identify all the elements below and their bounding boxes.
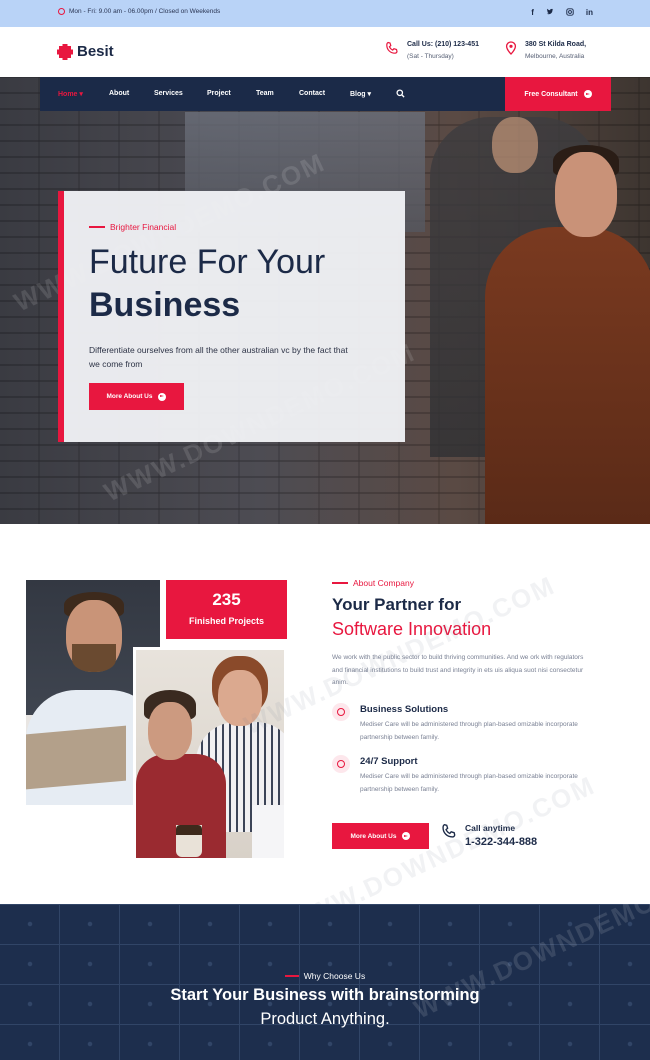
header-address: 380 St Kilda Road, Melbourne, Australia	[505, 41, 586, 60]
about-button-label: More About Us	[350, 832, 397, 840]
hero-eyebrow-text: Brighter Financial	[110, 222, 177, 232]
support-icon	[332, 755, 350, 773]
circuit-pattern-background	[0, 904, 650, 1060]
logo-text: Besit	[77, 43, 114, 60]
nav-item-blog[interactable]: Blog ▾	[350, 90, 371, 98]
chevron-down-icon: ▾	[367, 91, 372, 98]
social-links: f in	[531, 8, 593, 18]
award-icon	[332, 703, 350, 721]
why-eyebrow-text: Why Choose Us	[303, 971, 366, 981]
arrow-circle-icon	[583, 90, 592, 98]
hero-button-label: More About Us	[106, 393, 153, 400]
feature-title: Business Solutions	[360, 704, 449, 715]
map-pin-icon	[505, 41, 517, 55]
hero-title-line1: Future For Your	[89, 243, 326, 281]
about-eyebrow: About Company	[332, 578, 414, 588]
hero-person-foreground	[485, 145, 650, 524]
site-logo[interactable]: Besit	[57, 43, 114, 60]
hero-description: Differentiate ourselves from all the oth…	[89, 345, 348, 369]
twitter-icon[interactable]	[546, 8, 554, 18]
facebook-icon[interactable]: f	[531, 8, 534, 18]
nav-item-contact[interactable]: Contact	[299, 90, 325, 97]
hero-eyebrow: Brighter Financial	[89, 222, 176, 232]
instagram-icon[interactable]	[566, 8, 574, 18]
about-image-team	[133, 647, 287, 861]
chevron-down-icon: ▾	[79, 91, 83, 98]
free-consultant-label: Free Consultant	[524, 90, 578, 98]
feature-business-solutions: Business Solutions Mediser Care will be …	[332, 703, 580, 744]
eyebrow-line-icon	[89, 226, 105, 228]
hero-card: Brighter Financial Future For Your Busin…	[58, 191, 405, 442]
header-address-line2: Melbourne, Australia	[525, 53, 585, 60]
arrow-circle-icon	[402, 832, 411, 840]
site-header: Besit Call Us: (210) 123-451 (Sat - Thur…	[0, 27, 650, 77]
logo-mark-icon	[57, 43, 73, 60]
header-phone[interactable]: Call Us: (210) 123-451 (Sat - Thursday)	[385, 41, 479, 60]
business-hours-text: Mon - Fri: 9.00 am - 06.00pm / Closed on…	[69, 8, 221, 15]
about-more-button[interactable]: More About Us	[332, 823, 429, 849]
eyebrow-line-icon	[284, 975, 299, 977]
feature-text: Mediser Care will be administered throug…	[360, 721, 578, 741]
eyebrow-line-icon	[332, 582, 348, 584]
clock-icon	[58, 8, 65, 15]
projects-count: 235	[212, 590, 241, 609]
free-consultant-button[interactable]: Free Consultant	[505, 77, 611, 111]
nav-item-project[interactable]: Project	[207, 90, 231, 97]
phone-icon	[386, 41, 398, 54]
top-info-bar: Mon - Fri: 9.00 am - 06.00pm / Closed on…	[0, 0, 650, 27]
feature-title: 24/7 Support	[360, 756, 418, 767]
hero-section: WWW.DOWNDEMO.COM WWW.DOWNDEMO.COM Bright…	[0, 77, 650, 524]
about-title-line1: Your Partner for	[332, 595, 462, 614]
nav-item-about[interactable]: About	[109, 90, 129, 97]
why-title-line1: Start Your Business with brainstorming	[170, 986, 480, 1004]
linkedin-icon[interactable]: in	[586, 8, 593, 18]
why-title-line2: Product Anything.	[260, 1010, 390, 1028]
business-hours: Mon - Fri: 9.00 am - 06.00pm / Closed on…	[58, 8, 220, 15]
why-eyebrow: Why Choose Us	[0, 971, 650, 981]
why-choose-section: WWW.DOWNDEMO.COM Why Choose Us Start You…	[0, 904, 650, 1060]
hero-title-line2: Business	[89, 286, 241, 324]
main-navigation: Home ▾ About Services Project Team Conta…	[40, 77, 611, 111]
arrow-circle-icon	[158, 392, 167, 401]
nav-item-team[interactable]: Team	[256, 90, 274, 97]
nav-item-home[interactable]: Home ▾	[58, 90, 83, 98]
header-phone-number: Call Us: (210) 123-451	[407, 41, 479, 48]
header-phone-hours: (Sat - Thursday)	[407, 53, 454, 60]
projects-count-label: Finished Projects	[188, 616, 265, 626]
header-address-line1: 380 St Kilda Road,	[525, 41, 587, 48]
about-eyebrow-text: About Company	[353, 578, 414, 588]
hero-more-about-button[interactable]: More About Us	[89, 383, 184, 410]
search-icon[interactable]	[396, 89, 405, 100]
projects-counter: 235 Finished Projects	[166, 580, 287, 639]
nav-item-services[interactable]: Services	[154, 90, 183, 97]
